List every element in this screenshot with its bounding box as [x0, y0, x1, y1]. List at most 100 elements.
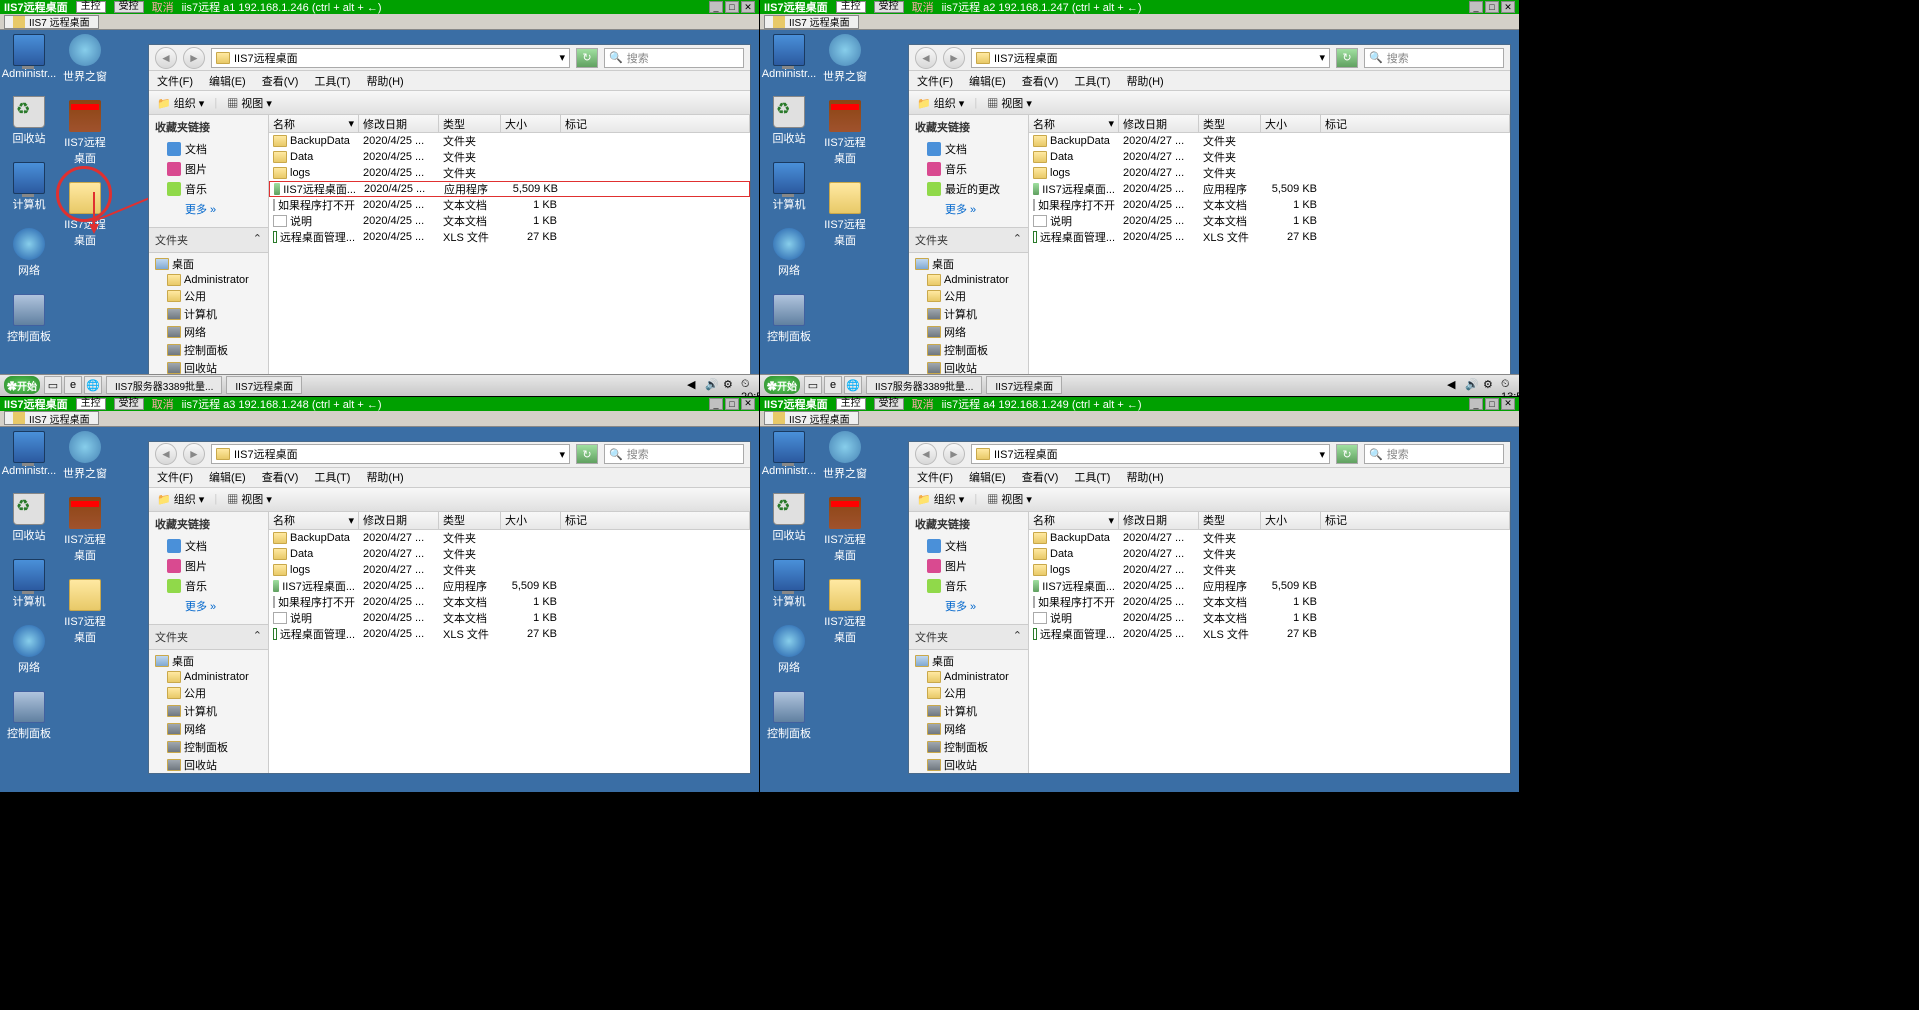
file-row-Data[interactable]: Data 2020/4/27 ... 文件夹 [1029, 149, 1510, 165]
organize-button[interactable]: 📁 组织 ▾ [157, 491, 204, 507]
back-button[interactable]: ◄ [155, 47, 177, 69]
file-row-IIS7远程桌面...[interactable]: IIS7远程桌面... 2020/4/25 ... 应用程序 5,509 KB [269, 578, 750, 594]
tree-计算机[interactable]: 计算机 [149, 702, 268, 720]
session-tab[interactable]: IIS7 远程桌面 [764, 411, 859, 425]
menu-工具(T)[interactable]: 工具(T) [1074, 469, 1110, 485]
desktop-icon-计算机[interactable]: 计算机 [4, 162, 54, 212]
tree-网络[interactable]: 网络 [909, 323, 1028, 341]
desktop-icon-控制面板[interactable]: 控制面板 [764, 691, 814, 741]
favorite-最近的更改[interactable]: 最近的更改 [909, 179, 1028, 199]
file-row-logs[interactable]: logs 2020/4/27 ... 文件夹 [1029, 165, 1510, 181]
maximize-icon[interactable]: □ [725, 398, 739, 410]
taskbar-task[interactable]: IIS7远程桌面 [986, 376, 1062, 394]
dropdown-icon[interactable]: ▾ [1319, 448, 1325, 461]
file-row-Data[interactable]: Data 2020/4/25 ... 文件夹 [269, 149, 750, 165]
desktop-icon-回收站[interactable]: 回收站 [4, 493, 54, 543]
favorite-音乐[interactable]: 音乐 [149, 179, 268, 199]
master-button[interactable]: 主控 [836, 1, 866, 13]
file-row-如果程序打不开[interactable]: 如果程序打不开 2020/4/25 ... 文本文档 1 KB [1029, 197, 1510, 213]
minimize-icon[interactable]: _ [709, 398, 723, 410]
favorite-文档[interactable]: 文档 [149, 139, 268, 159]
file-row-说明[interactable]: 说明 2020/4/25 ... 文本文档 1 KB [269, 610, 750, 626]
forward-button[interactable]: ► [183, 47, 205, 69]
tree-网络[interactable]: 网络 [149, 323, 268, 341]
file-row-远程桌面管理...[interactable]: 远程桌面管理... 2020/4/25 ... XLS 文件 27 KB [1029, 626, 1510, 642]
session-tab[interactable]: IIS7 远程桌面 [764, 15, 859, 29]
tree-桌面[interactable]: 桌面 [149, 255, 268, 273]
favorite-音乐[interactable]: 音乐 [909, 576, 1028, 596]
col-tag[interactable]: 标记 [1321, 115, 1510, 132]
quick-desktop-icon[interactable]: ▭ [44, 376, 62, 394]
back-button[interactable]: ◄ [155, 443, 177, 465]
tree-桌面[interactable]: 桌面 [909, 255, 1028, 273]
menu-查看(V)[interactable]: 查看(V) [262, 469, 299, 485]
view-button[interactable]: ▦ 视图 ▾ [987, 491, 1032, 507]
session-tab[interactable]: IIS7 远程桌面 [4, 15, 99, 29]
maximize-icon[interactable]: □ [725, 1, 739, 13]
desktop-icon-世界之窗[interactable]: 世界之窗 [820, 34, 870, 84]
file-row-如果程序打不开[interactable]: 如果程序打不开 2020/4/25 ... 文本文档 1 KB [269, 197, 750, 213]
desktop-icon-Administr...[interactable]: Administr... [4, 431, 54, 477]
desktop-icon-Administr...[interactable]: Administr... [764, 34, 814, 80]
tray-icon[interactable]: ⚙ [1483, 378, 1497, 392]
col-type[interactable]: 类型 [439, 512, 501, 529]
tray-icon[interactable]: ⚙ [723, 378, 737, 392]
file-row-BackupData[interactable]: BackupData 2020/4/27 ... 文件夹 [1029, 530, 1510, 546]
close-icon[interactable]: ✕ [1501, 398, 1515, 410]
col-size[interactable]: 大小 [501, 115, 561, 132]
organize-button[interactable]: 📁 组织 ▾ [157, 95, 204, 111]
col-date[interactable]: 修改日期 [1119, 512, 1199, 529]
desktop-icon-IIS7远程桌面[interactable]: IIS7远程桌面 [60, 497, 110, 563]
favorite-音乐[interactable]: 音乐 [909, 159, 1028, 179]
search-input[interactable]: 🔍搜索 [1364, 444, 1504, 464]
favorite-文档[interactable]: 文档 [909, 139, 1028, 159]
search-input[interactable]: 🔍搜索 [1364, 48, 1504, 68]
tree-控制面板[interactable]: 控制面板 [909, 738, 1028, 756]
start-button[interactable]: ✿开始 [4, 376, 40, 394]
cancel-button[interactable]: 取消 [912, 0, 934, 15]
menu-查看(V)[interactable]: 查看(V) [1022, 73, 1059, 89]
menu-工具(T)[interactable]: 工具(T) [314, 469, 350, 485]
close-icon[interactable]: ✕ [741, 1, 755, 13]
address-bar[interactable]: IIS7远程桌面▾ [211, 444, 570, 464]
tree-公用[interactable]: 公用 [909, 287, 1028, 305]
refresh-button[interactable]: ↻ [1336, 444, 1358, 464]
favorite-更多 »[interactable]: 更多 » [909, 596, 1028, 616]
file-row-远程桌面管理...[interactable]: 远程桌面管理... 2020/4/25 ... XLS 文件 27 KB [269, 626, 750, 642]
file-row-说明[interactable]: 说明 2020/4/25 ... 文本文档 1 KB [269, 213, 750, 229]
tree-计算机[interactable]: 计算机 [909, 702, 1028, 720]
slave-button[interactable]: 受控 [874, 398, 904, 410]
col-date[interactable]: 修改日期 [359, 512, 439, 529]
desktop-icon-IIS7远程桌面[interactable]: IIS7远程桌面 [820, 100, 870, 166]
cancel-button[interactable]: 取消 [152, 0, 174, 15]
tree-网络[interactable]: 网络 [149, 720, 268, 738]
close-icon[interactable]: ✕ [741, 398, 755, 410]
col-type[interactable]: 类型 [1199, 512, 1261, 529]
master-button[interactable]: 主控 [76, 398, 106, 410]
refresh-button[interactable]: ↻ [1336, 48, 1358, 68]
tree-公用[interactable]: 公用 [149, 287, 268, 305]
favorite-文档[interactable]: 文档 [909, 536, 1028, 556]
dropdown-icon[interactable]: ▾ [559, 448, 565, 461]
tree-Administrator[interactable]: Administrator [149, 670, 268, 684]
menu-工具(T)[interactable]: 工具(T) [1074, 73, 1110, 89]
cancel-button[interactable]: 取消 [152, 397, 174, 412]
desktop-icon-回收站[interactable]: 回收站 [764, 96, 814, 146]
file-row-IIS7远程桌面...[interactable]: IIS7远程桌面... 2020/4/25 ... 应用程序 5,509 KB [269, 181, 750, 197]
menu-编辑(E)[interactable]: 编辑(E) [209, 469, 246, 485]
desktop-icon-IIS7远程桌面[interactable]: IIS7远程桌面 [820, 182, 870, 248]
back-button[interactable]: ◄ [915, 443, 937, 465]
desktop-icon-Administr...[interactable]: Administr... [764, 431, 814, 477]
desktop-icon-回收站[interactable]: 回收站 [764, 493, 814, 543]
tree-计算机[interactable]: 计算机 [149, 305, 268, 323]
menu-帮助(H)[interactable]: 帮助(H) [1126, 469, 1163, 485]
file-row-IIS7远程桌面...[interactable]: IIS7远程桌面... 2020/4/25 ... 应用程序 5,509 KB [1029, 181, 1510, 197]
desktop-icon-Administr...[interactable]: Administr... [4, 34, 54, 80]
tray-icon[interactable]: ◀ [687, 378, 701, 392]
tree-公用[interactable]: 公用 [149, 684, 268, 702]
desktop-icon-IIS7远程桌面[interactable]: IIS7远程桌面 [60, 579, 110, 645]
desktop-icon-网络[interactable]: 网络 [4, 625, 54, 675]
col-name[interactable]: 名称▾ [269, 512, 359, 529]
desktop-icon-控制面板[interactable]: 控制面板 [764, 294, 814, 344]
file-row-BackupData[interactable]: BackupData 2020/4/25 ... 文件夹 [269, 133, 750, 149]
